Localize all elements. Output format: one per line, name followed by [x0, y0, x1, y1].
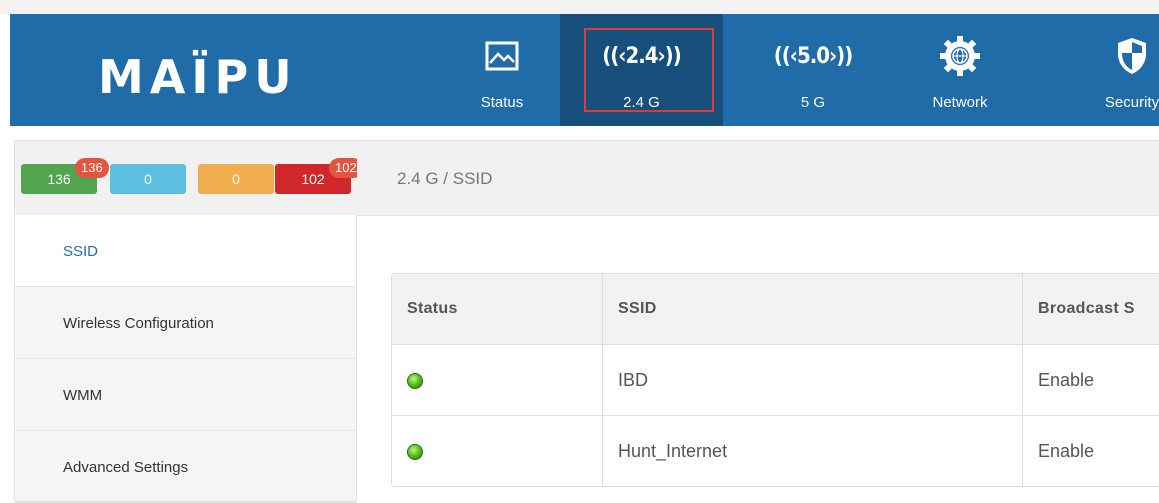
breadcrumb-bar: 2.4 G / SSID — [357, 140, 1159, 216]
top-header: MAÏPU Status ((‹2.4›)) 2.4 G ((‹5.0›)) 5… — [10, 14, 1159, 126]
sidebar-item-label: Wireless Configuration — [63, 315, 214, 332]
table-row[interactable]: Hunt_Internet Enable — [392, 416, 1159, 487]
ssid-cell: IBD — [603, 345, 1023, 416]
nav-2-4g-label: 2.4 G — [560, 94, 723, 111]
top-strip — [0, 0, 1159, 14]
nav-2-4g[interactable]: ((‹2.4›)) 2.4 G — [560, 14, 723, 126]
sidebar-item-wmm[interactable]: WMM — [15, 359, 356, 431]
column-header-ssid[interactable]: SSID — [603, 274, 1023, 345]
status-cell — [392, 416, 603, 487]
ssid-table: Status SSID Broadcast S IBD Enable Hunt_… — [391, 273, 1159, 487]
nav-5g-label: 5 G — [743, 94, 883, 111]
sidebar-item-advanced-settings[interactable]: Advanced Settings — [15, 431, 356, 503]
device-counts: 136 136 0 0 102 102 — [15, 141, 358, 216]
nav-security-label: Security — [1062, 94, 1159, 111]
count-info[interactable]: 0 — [110, 164, 186, 194]
status-dot-icon — [407, 373, 423, 389]
nav-network-label: Network — [890, 94, 1030, 111]
ssid-cell: Hunt_Internet — [603, 416, 1023, 487]
nav-status-label: Status — [432, 94, 572, 111]
count-warning[interactable]: 0 — [198, 164, 274, 194]
sidebar: 136 136 0 0 102 102 SSID Wireless Config… — [14, 140, 357, 502]
globe-gear-icon — [890, 32, 1030, 80]
broadcast-cell: Enable — [1023, 345, 1159, 416]
sidebar-item-ssid[interactable]: SSID — [15, 215, 356, 287]
sidebar-item-label: Advanced Settings — [63, 459, 188, 476]
picture-icon — [432, 32, 572, 80]
count-offline[interactable]: 102 102 — [275, 164, 351, 194]
sidebar-item-wireless-configuration[interactable]: Wireless Configuration — [15, 287, 356, 359]
table-row[interactable]: IBD Enable — [392, 345, 1159, 416]
breadcrumb: 2.4 G / SSID — [397, 169, 492, 189]
nav-network[interactable]: Network — [890, 14, 1030, 126]
count-online[interactable]: 136 136 — [21, 164, 97, 194]
broadcast-cell: Enable — [1023, 416, 1159, 487]
shield-icon — [1062, 32, 1159, 80]
sidebar-item-label: SSID — [63, 243, 98, 260]
brand-logo: MAÏPU — [98, 54, 298, 100]
status-dot-icon — [407, 444, 423, 460]
nav-security[interactable]: Security — [1062, 14, 1159, 126]
count-badge: 136 — [75, 158, 109, 178]
nav-status[interactable]: Status — [432, 14, 572, 126]
wifi-2.4-icon: ((‹2.4›)) — [560, 32, 723, 80]
column-header-status[interactable]: Status — [392, 274, 603, 345]
status-cell — [392, 345, 603, 416]
sidebar-item-label: WMM — [63, 387, 102, 404]
wifi-5.0-icon: ((‹5.0›)) — [743, 32, 883, 80]
nav-5g[interactable]: ((‹5.0›)) 5 G — [743, 14, 883, 126]
column-header-broadcast[interactable]: Broadcast S — [1023, 274, 1159, 345]
